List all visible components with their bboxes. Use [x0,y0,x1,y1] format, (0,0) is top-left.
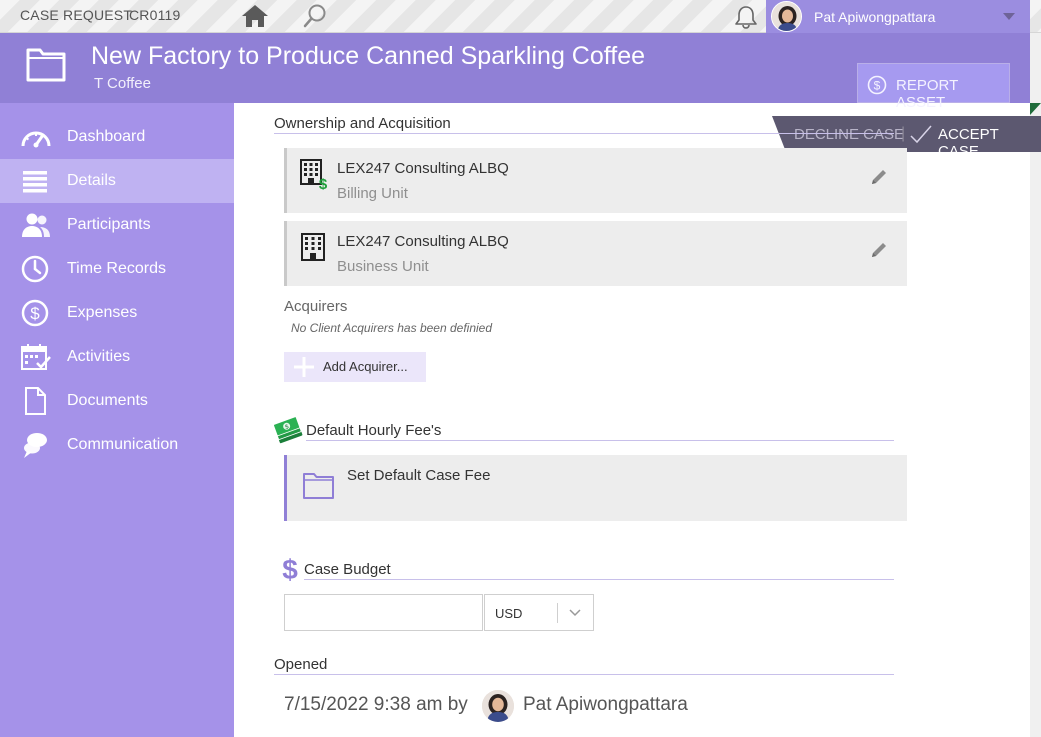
user-menu[interactable]: Pat Apiwongpattara [766,0,1030,33]
client-name: T Coffee [94,75,151,92]
budget-amount-input[interactable] [284,594,483,631]
accept-case-button[interactable]: ACCEPT CASE [938,126,1041,160]
business-unit-card: LEX247 Consulting ALBQ Business Unit [284,221,907,286]
home-icon[interactable] [240,3,270,29]
dollar-circle-icon: $ [21,299,49,327]
sidebar-item-communication[interactable]: Communication [0,423,234,467]
sidebar-item-participants[interactable]: Participants [0,203,234,247]
sidebar-item-documents[interactable]: Documents [0,379,234,423]
search-icon[interactable] [302,3,328,29]
sidebar-item-dashboard[interactable]: Dashboard [0,115,234,159]
sidebar-item-time-records[interactable]: Time Records [0,247,234,291]
svg-text:$: $ [319,176,328,190]
calendar-check-icon [21,344,51,370]
svg-text:$: $ [30,304,40,323]
user-name: Pat Apiwongpattara [814,9,936,25]
svg-text:$: $ [282,555,298,583]
sidebar-item-label: Expenses [67,304,138,321]
add-acquirer-label: Add Acquirer... [323,359,408,374]
corner-marker [1030,103,1041,115]
case-budget-heading: Case Budget [304,561,894,580]
ownership-heading: Ownership and Acquisition [274,115,894,134]
folder-icon [26,48,66,82]
add-acquirer-button[interactable]: Add Acquirer... [284,352,426,382]
gauge-icon [21,131,51,148]
sidebar-item-label: Dashboard [67,128,146,145]
edit-pencil-icon[interactable] [869,240,889,260]
sidebar-item-label: Communication [67,436,179,453]
currency-value: USD [495,606,523,621]
billing-unit-card: $ LEX247 Consulting ALBQ Billing Unit [284,148,907,213]
top-bar: CASE REQUEST CR0119 Pat Apiwongpattara [0,0,1041,33]
user-avatar [771,1,802,32]
record-type-label: CASE REQUEST [20,7,133,23]
sidebar-item-label: Activities [67,348,131,365]
folder-icon [303,473,334,499]
building-dollar-icon: $ [300,159,328,190]
checkmark-icon [910,125,932,144]
select-divider [557,603,558,623]
report-asset-button[interactable]: $ REPORT ASSET [857,63,1010,111]
sidebar-item-details[interactable]: Details [0,159,234,203]
hourly-fee-heading: Default Hourly Fee's [306,422,894,441]
list-icon [23,171,47,193]
billing-unit-label: Billing Unit [337,185,408,202]
plus-icon [294,357,314,377]
record-number: CR0119 [129,7,181,23]
building-icon [301,233,325,261]
edit-pencil-icon[interactable] [869,167,889,187]
document-icon [25,387,46,415]
chat-bubbles-icon [24,433,47,458]
people-icon [22,213,50,237]
business-unit-name: LEX247 Consulting ALBQ [337,233,509,250]
sidebar-item-label: Participants [67,216,151,233]
opened-by-user: Pat Apiwongpattara [523,694,688,715]
currency-select[interactable]: USD [484,594,594,631]
report-asset-label: REPORT ASSET [896,77,958,111]
page-title: New Factory to Produce Canned Sparkling … [91,42,646,70]
case-header: New Factory to Produce Canned Sparkling … [0,33,1030,111]
dollar-circle-icon: $ [867,75,887,95]
svg-text:$: $ [874,79,881,93]
opened-date: 7/15/2022 9:38 am by [284,694,468,715]
business-unit-label: Business Unit [337,258,429,275]
opened-by-avatar [482,690,514,722]
dollar-sign-icon: $ [282,555,298,583]
action-divider: | [901,125,906,142]
acquirers-label: Acquirers [284,298,348,315]
sidebar-item-expenses[interactable]: $ Expenses [0,291,234,335]
bell-icon[interactable] [733,4,759,30]
sidebar-item-label: Details [67,172,116,189]
chevron-down-icon [569,609,581,617]
opened-heading: Opened [274,656,894,675]
default-case-fee-card[interactable]: Set Default Case Fee [284,455,907,521]
sidebar-item-label: Time Records [67,260,166,277]
clock-icon [21,255,49,283]
sidebar-item-activities[interactable]: Activities [0,335,234,379]
chevron-down-icon[interactable] [1003,13,1015,20]
money-stack-icon: $ [273,416,303,444]
sidebar-item-label: Documents [67,392,148,409]
acquirers-empty-note: No Client Acquirers has been definied [291,321,493,335]
billing-unit-name: LEX247 Consulting ALBQ [337,160,509,177]
sidebar: Dashboard Details Participants Time Reco… [0,103,234,737]
default-case-fee-label: Set Default Case Fee [347,467,491,484]
